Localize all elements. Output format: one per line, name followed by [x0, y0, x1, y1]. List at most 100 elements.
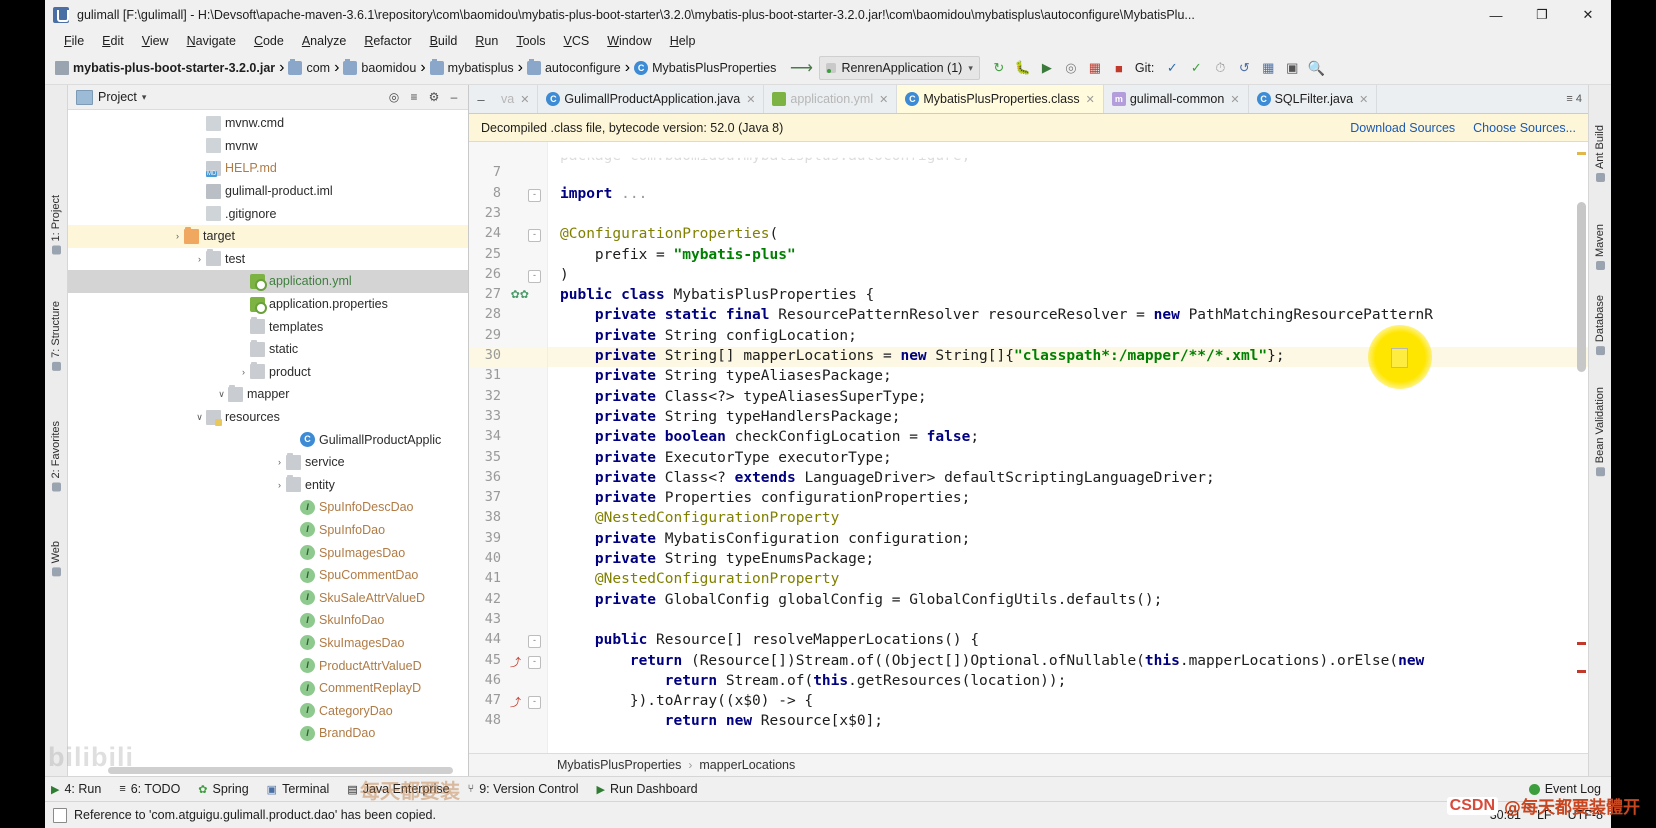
profile-icon[interactable]: ◎: [1060, 57, 1082, 79]
tool-button-terminal[interactable]: ▣ Terminal: [267, 782, 330, 796]
editor-tab-application-yml[interactable]: application.yml ✕: [764, 85, 898, 113]
structure-icon[interactable]: ▦: [1257, 57, 1279, 79]
tree-item-templates[interactable]: templates: [68, 315, 468, 338]
tree-item-resources[interactable]: ∨ resources: [68, 406, 468, 429]
menu-item-vcs[interactable]: VCS: [555, 34, 599, 48]
tool-strip-1--project[interactable]: 1: Project: [50, 195, 62, 255]
code-viewport[interactable]: 7 8 - 23 24 - 25 26 - 27 ✿✿ 28 29 30 31 32 33 34 35 36 37 38 3…: [469, 142, 1588, 753]
tool-strip-2--favorites[interactable]: 2: Favorites: [50, 421, 62, 492]
tree-expand-arrow-icon[interactable]: ›: [237, 367, 250, 377]
tree-item-skusaleattrvalued[interactable]: I SkuSaleAttrValueD: [68, 586, 468, 609]
editor-tab-va[interactable]: va ✕: [493, 85, 539, 113]
override-gutter-icon[interactable]: ⤴: [510, 694, 521, 710]
editor-tab-gulimall-common[interactable]: m gulimall-common ✕: [1103, 85, 1249, 113]
tree-expand-arrow-icon[interactable]: ›: [171, 231, 184, 241]
tool-button-4--run[interactable]: ▶ 4: Run: [51, 782, 101, 796]
stop-icon[interactable]: ■: [1108, 57, 1130, 79]
tool-strip-database[interactable]: Database: [1594, 295, 1606, 356]
debug-icon[interactable]: 🐛: [1012, 57, 1034, 79]
line-separator[interactable]: LF: [1537, 808, 1552, 822]
tree-item-help-md[interactable]: HELP.md: [68, 157, 468, 180]
run-configuration-selector[interactable]: RenrenApplication (1) ▾: [819, 56, 980, 80]
tree-expand-arrow-icon[interactable]: ∨: [193, 412, 206, 423]
close-tab-icon[interactable]: ✕: [1086, 93, 1095, 106]
editor-gutter[interactable]: 7 8 - 23 24 - 25 26 - 27 ✿✿ 28 29 30 31 32 33 34 35 36 37 38 3…: [469, 142, 548, 753]
breadcrumb-mybatisplus[interactable]: mybatisplus: [426, 59, 518, 76]
update-project-icon[interactable]: ✓: [1161, 57, 1183, 79]
tree-item-gulimall-product-iml[interactable]: gulimall-product.iml: [68, 180, 468, 203]
menu-item-tools[interactable]: Tools: [507, 34, 554, 48]
code-text[interactable]: package com.baomidou.mybatisplus.autocon…: [548, 142, 1588, 753]
tool-button-run-dashboard[interactable]: ▶ Run Dashboard: [597, 782, 698, 796]
tree-item-mapper[interactable]: ∨ mapper: [68, 383, 468, 406]
editor-tab-mybatisplusproperties-class[interactable]: C MybatisPlusProperties.class ✕: [897, 85, 1104, 113]
settings-icon[interactable]: ⚙: [424, 87, 444, 107]
tree-expand-arrow-icon[interactable]: ›: [273, 457, 286, 467]
tree-item-mvnw-cmd[interactable]: mvnw.cmd: [68, 112, 468, 135]
tree-item-spucommentdao[interactable]: I SpuCommentDao: [68, 564, 468, 587]
tool-button-spring[interactable]: ✿ Spring: [198, 782, 248, 796]
tool-strip-ant-build[interactable]: Ant Build: [1594, 125, 1606, 183]
tree-horizontal-scrollbar[interactable]: [108, 767, 453, 774]
minimize-button[interactable]: —: [1473, 0, 1519, 30]
tree-item-categorydao[interactable]: I CategoryDao: [68, 699, 468, 722]
tree-item-commentreplayd[interactable]: I CommentReplayD: [68, 677, 468, 700]
file-encoding[interactable]: UTF-8: [1568, 808, 1603, 822]
tool-strip-bean-validation[interactable]: Bean Validation: [1594, 387, 1606, 477]
tree-item-static[interactable]: static: [68, 338, 468, 361]
back-arrow-icon[interactable]: ⟶: [790, 57, 813, 79]
locate-icon[interactable]: ◎: [384, 87, 404, 107]
tab-overflow-icon[interactable]: ≡ 4: [1566, 85, 1588, 113]
event-log-button[interactable]: Event Log: [1528, 782, 1601, 796]
project-tree[interactable]: mvnw.cmd mvnw HELP.md gulimall-product.iml.…: [68, 110, 468, 776]
breadcrumb-mybatis-plus-boot-starter-3-2-0-jar[interactable]: mybatis-plus-boot-starter-3.2.0.jar: [51, 60, 279, 76]
tree-item-target[interactable]: › target: [68, 224, 468, 248]
close-tab-icon[interactable]: ✕: [520, 93, 529, 106]
code-fold-toggle-icon[interactable]: -: [528, 696, 541, 710]
tree-item-mvnw[interactable]: mvnw: [68, 135, 468, 158]
menu-item-build[interactable]: Build: [421, 34, 467, 48]
code-fold-toggle-icon[interactable]: -: [528, 229, 541, 243]
breadcrumb-mybatisplusproperties[interactable]: C MybatisPlusProperties: [630, 60, 780, 76]
tool-strip-web[interactable]: Web: [50, 541, 62, 577]
menu-item-view[interactable]: View: [133, 34, 178, 48]
code-fold-toggle-icon[interactable]: -: [528, 655, 541, 669]
breadcrumb-autoconfigure[interactable]: autoconfigure: [523, 59, 625, 76]
caret-position[interactable]: 30:81: [1490, 808, 1521, 822]
code-fold-toggle-icon[interactable]: -: [528, 635, 541, 649]
menu-item-file[interactable]: File: [55, 34, 93, 48]
tree-item-productattrvalued[interactable]: I ProductAttrValueD: [68, 654, 468, 677]
tree-item-spuinfodescdao[interactable]: I SpuInfoDescDao: [68, 496, 468, 519]
menu-item-help[interactable]: Help: [661, 34, 705, 48]
tree-item-spuimagesdao[interactable]: I SpuImagesDao: [68, 541, 468, 564]
close-tab-icon[interactable]: ✕: [1359, 93, 1368, 106]
download-sources-link[interactable]: Download Sources: [1350, 121, 1455, 135]
run-with-coverage-icon[interactable]: ▶: [1036, 57, 1058, 79]
preview-icon[interactable]: ▣: [1281, 57, 1303, 79]
tool-strip-7--structure[interactable]: 7: Structure: [50, 301, 62, 371]
menu-item-navigate[interactable]: Navigate: [178, 34, 245, 48]
tree-item-entity[interactable]: › entity: [68, 474, 468, 497]
tree-item-spuinfodao[interactable]: I SpuInfoDao: [68, 519, 468, 542]
error-stripe-mark[interactable]: [1577, 642, 1586, 645]
tree-item--gitignore[interactable]: .gitignore: [68, 202, 468, 225]
menu-item-run[interactable]: Run: [466, 34, 507, 48]
collapse-icon[interactable]: –: [469, 85, 493, 113]
close-tab-icon[interactable]: ✕: [746, 93, 755, 106]
tree-item-gulimallproductapplic[interactable]: C GulimallProductApplic: [68, 428, 468, 451]
rollback-icon[interactable]: ↺: [1233, 57, 1255, 79]
editor-tab-gulimallproductapplication-java[interactable]: C GulimallProductApplication.java ✕: [538, 85, 765, 113]
collapse-all-icon[interactable]: ≡: [404, 87, 424, 107]
tool-button-9--version-control[interactable]: ⑂ 9: Version Control: [468, 782, 579, 796]
maximize-button[interactable]: ❐: [1519, 0, 1565, 30]
tool-strip-maven[interactable]: Maven: [1594, 224, 1606, 271]
error-stripe-mark[interactable]: [1577, 152, 1586, 155]
chevron-down-icon[interactable]: ▾: [142, 92, 147, 103]
menu-item-edit[interactable]: Edit: [93, 34, 133, 48]
tree-item-service[interactable]: › service: [68, 451, 468, 474]
tree-expand-arrow-icon[interactable]: ∨: [215, 389, 228, 400]
breadcrumb-field[interactable]: mapperLocations: [699, 758, 795, 772]
tree-item-branddao[interactable]: I BrandDao: [68, 722, 468, 745]
build-icon[interactable]: ▦: [1084, 57, 1106, 79]
tree-item-skuinfodao[interactable]: I SkuInfoDao: [68, 609, 468, 632]
